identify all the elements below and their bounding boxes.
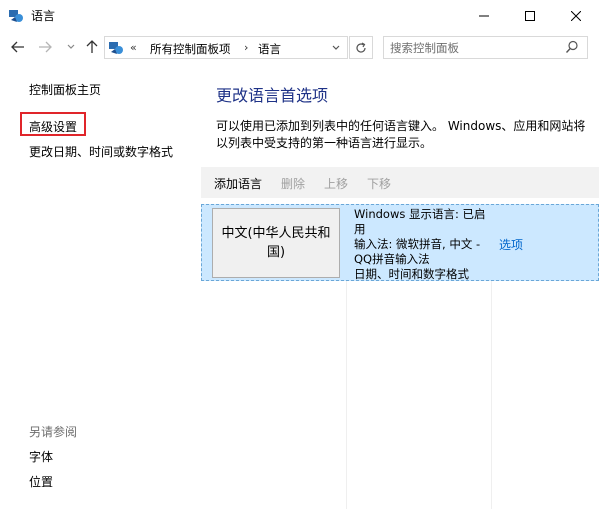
display-language-status: Windows 显示语言: 已启用 [354,207,486,236]
input-method-info: 输入法: 微软拼音, 中文 - QQ拼音输入法 [354,237,481,266]
left-navigation-pane: 控制面板主页 高级设置 更改日期、时间或数字格式 另请参阅 字体 位置 [0,64,200,509]
breadcrumb-separator[interactable]: › [244,41,248,54]
language-name-button[interactable]: 中文(中华人民共和国) [212,208,340,278]
page-title: 更改语言首选项 [216,86,329,105]
forward-arrow-icon [39,41,52,53]
breadcrumb-language[interactable]: 语言 [258,41,281,57]
refresh-icon [356,41,366,53]
language-info: Windows 显示语言: 已启用 输入法: 微软拼音, 中文 - QQ拼音输入… [354,207,494,282]
move-down-button[interactable]: 下移 [367,175,391,192]
window-title: 语言 [31,9,56,23]
search-icon[interactable] [565,40,581,56]
navigation-bar: « 所有控制面板项 › 语言 [0,31,599,64]
language-window: 语言 « 所有控制面板项 › 语言 搜索控制面板 控制面板主页 高级设置 更改日… [0,0,599,509]
location-link[interactable]: 位置 [29,473,53,490]
move-up-button[interactable]: 上移 [324,175,348,192]
remove-button[interactable]: 删除 [281,175,305,192]
control-panel-icon [108,40,124,56]
advanced-settings-link[interactable]: 高级设置 [29,118,77,135]
add-language-button[interactable]: 添加语言 [214,175,262,192]
back-arrow-icon [11,41,24,53]
search-box[interactable] [383,36,588,59]
options-link[interactable]: 选项 [499,236,523,253]
search-input[interactable] [390,39,560,56]
chevron-down-icon [67,44,75,49]
recent-locations-button[interactable] [63,39,79,55]
address-dropdown-button[interactable] [325,36,347,59]
language-list: 中文(中华人民共和国) Windows 显示语言: 已启用 输入法: 微软拼音,… [201,204,599,509]
format-info: 日期、时间和数字格式 [354,267,469,281]
breadcrumb-overflow[interactable]: « [130,41,137,54]
breadcrumb-all-items[interactable]: 所有控制面板项 [150,41,231,57]
language-toolbar: 添加语言 删除 上移 下移 [201,167,599,198]
title-bar: 语言 [0,0,599,31]
chevron-down-icon [332,45,340,50]
back-button[interactable] [10,39,26,55]
control-panel-home-link[interactable]: 控制面板主页 [29,81,101,98]
maximize-button[interactable] [507,0,553,31]
page-description: 可以使用已添加到列表中的任何语言键入。 Windows、应用和网站将以列表中受支… [216,119,586,150]
close-button[interactable] [553,0,599,31]
forward-button[interactable] [37,39,53,55]
address-bar[interactable]: « 所有控制面板项 › 语言 [104,36,348,59]
change-date-time-format-link[interactable]: 更改日期、时间或数字格式 [29,143,173,160]
up-arrow-icon [86,40,98,53]
see-also-heading: 另请参阅 [29,425,78,439]
minimize-button[interactable] [461,0,507,31]
fonts-link[interactable]: 字体 [29,448,53,465]
refresh-button[interactable] [349,36,373,59]
up-button[interactable] [84,39,100,55]
language-row[interactable]: 中文(中华人民共和国) Windows 显示语言: 已启用 输入法: 微软拼音,… [201,204,599,281]
control-panel-icon [8,8,24,24]
